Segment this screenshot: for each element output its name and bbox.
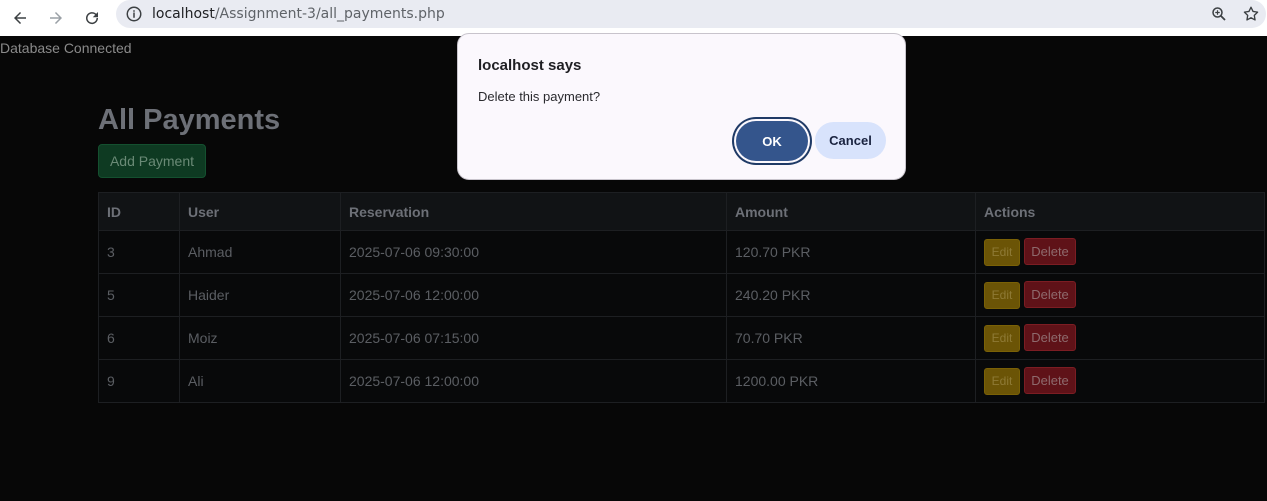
zoom-icon (1212, 7, 1226, 21)
dialog-title: localhost says (478, 57, 582, 74)
url-text: localhost/Assignment-3/all_payments.php (152, 6, 445, 22)
cell-amount: 120.70 PKR (726, 230, 976, 274)
cell-actions: Edit Delete (975, 273, 1265, 317)
forward-icon (50, 12, 62, 24)
column-header-user: User (179, 192, 341, 231)
zoom-button[interactable] (1203, 0, 1235, 28)
cell-reservation: 2025-07-06 12:00:00 (340, 273, 727, 317)
site-info-button[interactable] (116, 0, 152, 28)
cell-actions: Edit Delete (975, 359, 1265, 403)
cell-actions: Edit Delete (975, 230, 1265, 274)
ok-button[interactable]: OK (736, 121, 808, 161)
cell-user: Moiz (179, 316, 341, 360)
table-row: 9 Ali 2025-07-06 12:00:00 1200.00 PKR Ed… (98, 359, 1265, 403)
db-status-text: Database Connected (0, 40, 132, 56)
cell-reservation: 2025-07-06 12:00:00 (340, 359, 727, 403)
page-title: All Payments (98, 104, 281, 136)
table-row: 6 Moiz 2025-07-06 07:15:00 70.70 PKR Edi… (98, 316, 1265, 360)
add-payment-button[interactable]: Add Payment (98, 144, 206, 178)
cell-user: Ahmad (179, 230, 341, 274)
url-path: /Assignment-3/all_payments.php (214, 6, 445, 22)
browser-toolbar: localhost/Assignment-3/all_payments.php (0, 0, 1267, 36)
cell-amount: 70.70 PKR (726, 316, 976, 360)
cell-actions: Edit Delete (975, 316, 1265, 360)
edit-button[interactable]: Edit (984, 368, 1020, 395)
info-icon (126, 6, 142, 22)
address-bar[interactable]: localhost/Assignment-3/all_payments.php (116, 0, 1266, 28)
cell-user: Ali (179, 359, 341, 403)
delete-button[interactable]: Delete (1024, 324, 1076, 351)
dialog-message: Delete this payment? (478, 89, 601, 104)
reload-icon (86, 12, 99, 25)
payments-table: ID User Reservation Amount Actions 3 Ahm… (98, 192, 1265, 403)
toolbar-right (1203, 0, 1267, 28)
cell-amount: 240.20 PKR (726, 273, 976, 317)
cell-reservation: 2025-07-06 09:30:00 (340, 230, 727, 274)
column-header-amount: Amount (726, 192, 976, 231)
edit-button[interactable]: Edit (984, 325, 1020, 352)
cell-reservation: 2025-07-06 07:15:00 (340, 316, 727, 360)
column-header-reservation: Reservation (340, 192, 727, 231)
forward-button[interactable] (38, 4, 74, 32)
confirm-dialog: localhost says Delete this payment? OK C… (457, 33, 906, 180)
column-header-id: ID (98, 192, 180, 231)
reload-button[interactable] (74, 4, 110, 32)
edit-button[interactable]: Edit (984, 239, 1020, 266)
column-header-actions: Actions (975, 192, 1265, 231)
cancel-button[interactable]: Cancel (815, 122, 886, 159)
back-button[interactable] (2, 4, 38, 32)
delete-button[interactable]: Delete (1024, 281, 1076, 308)
table-header-row: ID User Reservation Amount Actions (98, 192, 1265, 231)
back-icon (14, 12, 26, 24)
table-row: 3 Ahmad 2025-07-06 09:30:00 120.70 PKR E… (98, 230, 1265, 274)
cell-amount: 1200.00 PKR (726, 359, 976, 403)
bookmark-star-icon (1243, 6, 1259, 21)
cell-id: 6 (98, 316, 180, 360)
delete-button[interactable]: Delete (1024, 367, 1076, 394)
bookmark-button[interactable] (1235, 0, 1267, 28)
cell-id: 9 (98, 359, 180, 403)
cell-user: Haider (179, 273, 341, 317)
url-host: localhost (152, 6, 215, 22)
edit-button[interactable]: Edit (984, 282, 1020, 309)
delete-button[interactable]: Delete (1024, 238, 1076, 265)
cell-id: 5 (98, 273, 180, 317)
cell-id: 3 (98, 230, 180, 274)
table-row: 5 Haider 2025-07-06 12:00:00 240.20 PKR … (98, 273, 1265, 317)
